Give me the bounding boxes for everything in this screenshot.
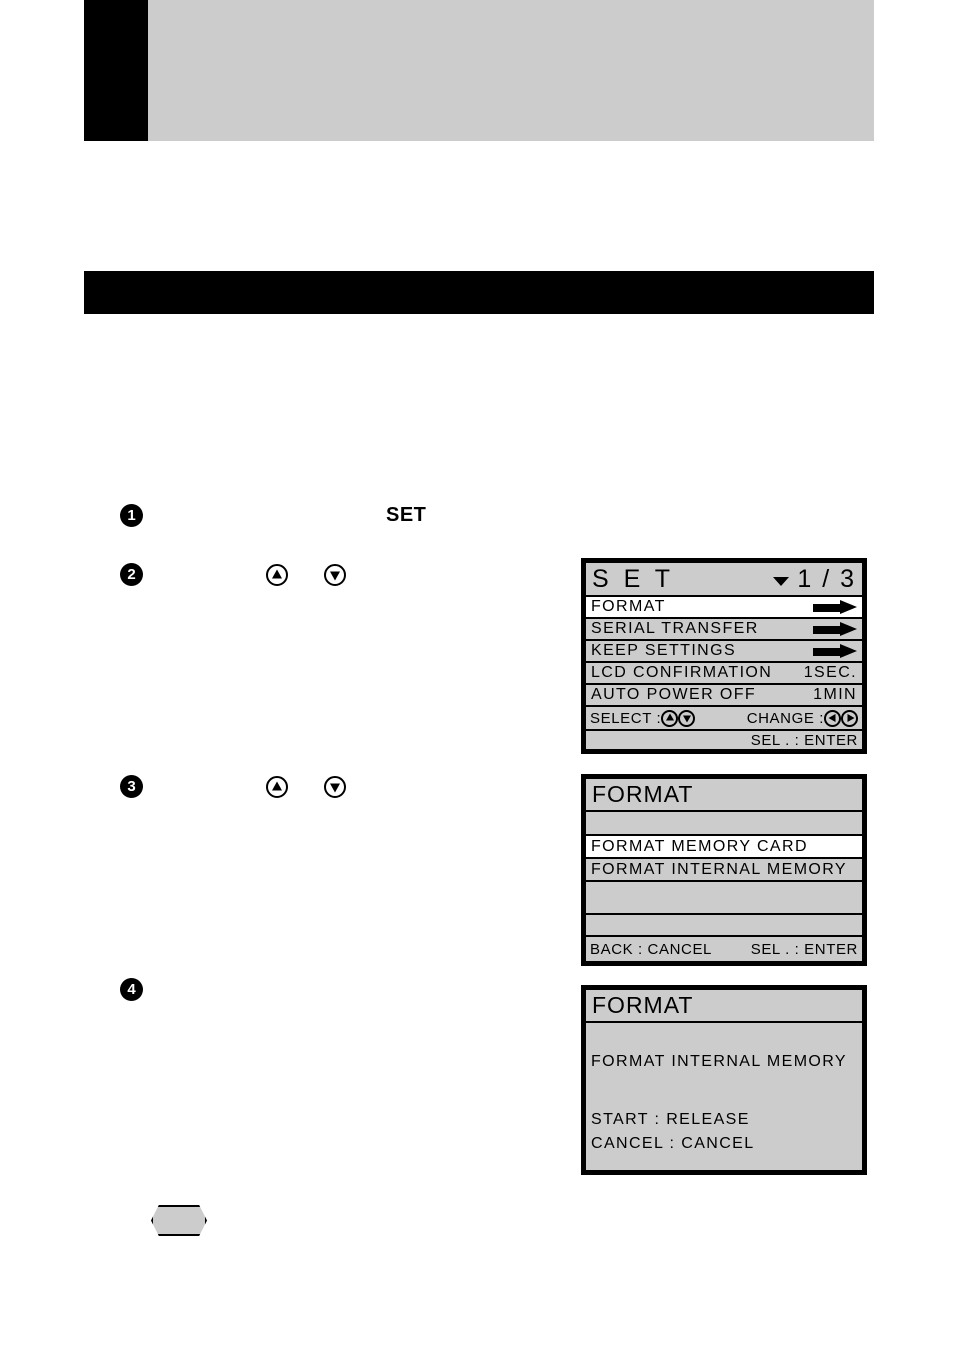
- lcd-format-menu-title: FORMAT: [592, 781, 694, 807]
- up-arrow-key-icon: [266, 775, 288, 798]
- lcd-hint-change-label: CHANGE :: [746, 709, 824, 727]
- lcd-format-menu-titlebar: FORMAT: [586, 779, 862, 812]
- lcd-row-format-label: FORMAT: [591, 598, 666, 615]
- lcd-row-lcd-confirmation-label: LCD CONFIRMATION: [591, 664, 773, 681]
- submenu-arrow-icon: [813, 644, 857, 658]
- chapter-number: [84, 0, 148, 56]
- down-arrow-key-icon: [324, 563, 346, 586]
- lcd-screen-format-menu: FORMAT FORMAT MEMORY CARD FORMAT INTERNA…: [581, 774, 867, 966]
- lcd-format-confirm-cancel-row: CANCEL : CANCEL: [586, 1132, 862, 1156]
- right-arrow-key-icon: [841, 709, 858, 727]
- lcd-set-menu-titlebar: S E T 1 / 3: [586, 563, 862, 597]
- lcd-format-confirm-start-row: START : RELEASE: [586, 1108, 862, 1132]
- lcd-format-menu-enter-label: SEL . : ENTER: [750, 940, 858, 958]
- lcd-row-keep-settings[interactable]: KEEP SETTINGS: [586, 641, 862, 663]
- step-3-body: [161, 775, 350, 798]
- down-arrow-key-icon: [324, 775, 346, 798]
- lcd-row-format[interactable]: FORMAT: [586, 597, 862, 619]
- lcd-format-confirm-cancel-label: CANCEL : CANCEL: [591, 1135, 755, 1152]
- lcd-format-confirm-message-row: FORMAT INTERNAL MEMORY: [586, 1049, 862, 1075]
- lcd-hint-select: SELECT :: [590, 709, 696, 727]
- lcd-format-confirm-start-label: START : RELEASE: [591, 1111, 750, 1128]
- step-2: 2: [120, 563, 560, 586]
- lcd-format-confirm-inner: FORMAT FORMAT INTERNAL MEMORY START : RE…: [584, 988, 864, 1172]
- lcd-row-keep-settings-label: KEEP SETTINGS: [591, 642, 737, 659]
- lcd-set-menu-enter-bar: SEL . : ENTER: [586, 731, 862, 749]
- lcd-set-menu-page-indicator: 1 / 3: [773, 565, 856, 594]
- chevron-down-icon: [773, 577, 790, 586]
- header-title: [148, 0, 874, 56]
- step-4-number: 4: [120, 978, 143, 1001]
- step-1-number: 1: [120, 504, 143, 527]
- page-header: [84, 0, 874, 141]
- step-1-button-set: SET: [386, 504, 427, 526]
- lcd-set-menu-enter-label: SEL . : ENTER: [750, 731, 858, 749]
- lcd-row-lcd-confirmation-value: 1SEC.: [803, 664, 857, 681]
- lcd-format-menu-blank-area: [586, 882, 862, 915]
- lcd-format-confirm-gap-mid: [586, 1075, 862, 1108]
- lcd-set-menu-page-text: 1 / 3: [797, 564, 856, 593]
- step-1-body: SET: [161, 504, 426, 527]
- lcd-format-confirm-titlebar: FORMAT: [586, 990, 862, 1023]
- lcd-row-serial-transfer[interactable]: SERIAL TRANSFER: [586, 619, 862, 641]
- lcd-format-confirm-gap-top: [586, 1023, 862, 1049]
- lcd-format-menu-blank-row: [586, 915, 862, 937]
- note-badge-hexagon: [151, 1205, 207, 1236]
- submenu-arrow-icon: [813, 600, 857, 614]
- lcd-row-auto-power-off-value: 1MIN: [813, 686, 857, 703]
- lcd-screen-set-menu: S E T 1 / 3 FORMAT SERIAL TRANSFER KEEP …: [581, 558, 867, 754]
- left-arrow-key-icon: [824, 709, 841, 727]
- lcd-row-format-memory-card-label: FORMAT MEMORY CARD: [591, 837, 808, 855]
- step-1: 1 SET: [120, 504, 560, 527]
- lcd-row-serial-transfer-label: SERIAL TRANSFER: [591, 620, 759, 637]
- lcd-format-menu-spacer-row: [586, 812, 862, 836]
- lcd-set-menu-hint-bar: SELECT : CHANGE :: [586, 707, 862, 731]
- step-4: 4: [120, 978, 560, 1001]
- lcd-format-confirm-gap-bottom: [586, 1156, 862, 1170]
- lcd-format-confirm-title: FORMAT: [592, 992, 694, 1018]
- lcd-hint-select-label: SELECT :: [590, 709, 662, 727]
- lcd-format-menu-inner: FORMAT FORMAT MEMORY CARD FORMAT INTERNA…: [584, 777, 864, 963]
- lcd-format-menu-hint-bar: BACK : CANCEL SEL . : ENTER: [586, 937, 862, 961]
- lcd-format-confirm-message: FORMAT INTERNAL MEMORY: [591, 1053, 848, 1070]
- step-2-number: 2: [120, 563, 143, 586]
- submenu-arrow-icon: [813, 622, 857, 636]
- lcd-row-auto-power-off-label: AUTO POWER OFF: [591, 686, 757, 703]
- lcd-hint-change: CHANGE :: [746, 709, 858, 727]
- step-3: 3: [120, 775, 560, 798]
- lcd-row-auto-power-off[interactable]: AUTO POWER OFF 1MIN: [586, 685, 862, 707]
- lcd-screen-format-confirm: FORMAT FORMAT INTERNAL MEMORY START : RE…: [581, 985, 867, 1175]
- lcd-set-menu-inner: S E T 1 / 3 FORMAT SERIAL TRANSFER KEEP …: [584, 561, 864, 751]
- header-band: [148, 0, 874, 141]
- section-title-bar: [84, 271, 874, 314]
- lcd-format-menu-back-label: BACK : CANCEL: [590, 940, 712, 958]
- lcd-row-format-memory-card[interactable]: FORMAT MEMORY CARD: [586, 836, 862, 859]
- up-arrow-key-icon: [661, 709, 679, 727]
- lcd-row-format-internal-memory[interactable]: FORMAT INTERNAL MEMORY: [586, 859, 862, 882]
- step-3-number: 3: [120, 775, 143, 798]
- down-arrow-key-icon: [678, 709, 696, 727]
- up-arrow-key-icon: [266, 563, 288, 586]
- lcd-set-menu-title: S E T: [592, 564, 675, 593]
- lcd-row-lcd-confirmation[interactable]: LCD CONFIRMATION 1SEC.: [586, 663, 862, 685]
- lcd-row-format-internal-memory-label: FORMAT INTERNAL MEMORY: [591, 860, 848, 878]
- step-2-body: [161, 563, 350, 586]
- chapter-tab: [84, 0, 148, 141]
